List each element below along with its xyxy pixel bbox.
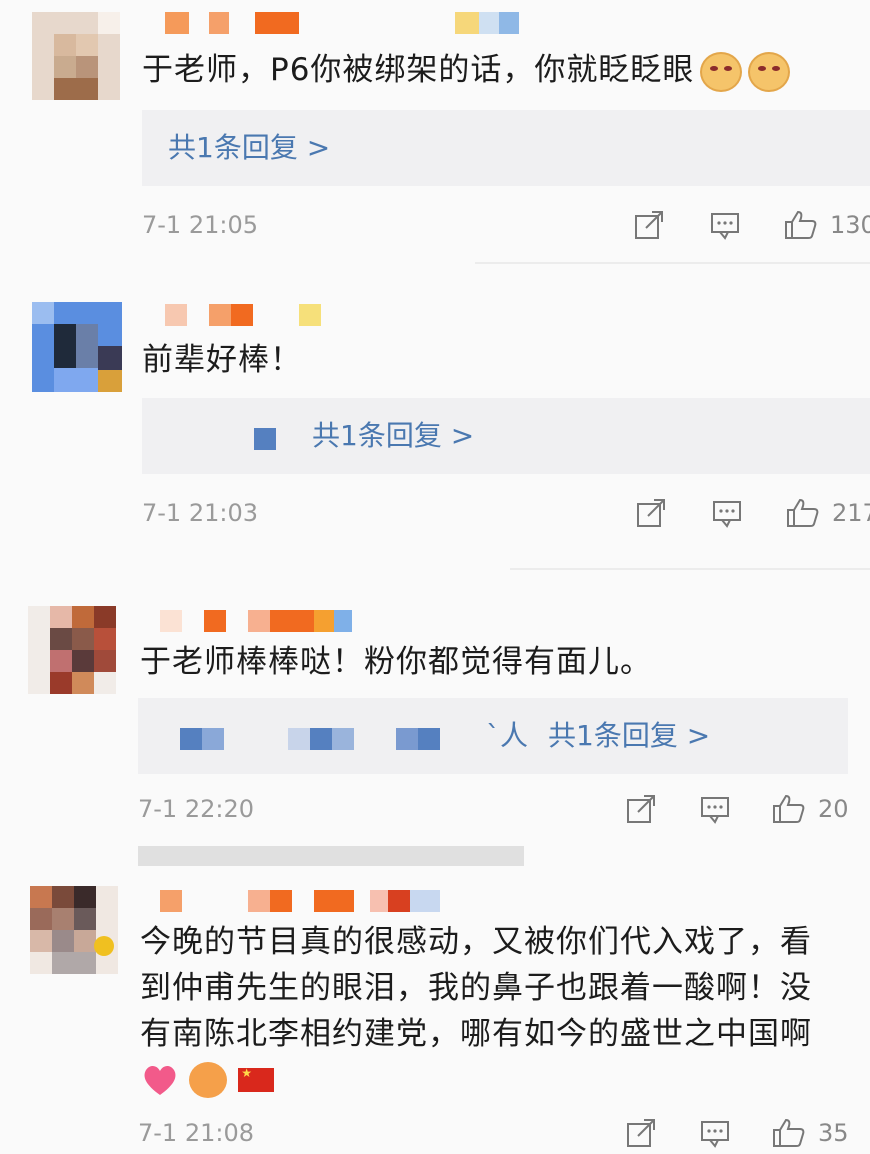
comment-icon[interactable] [712,498,742,528]
like-count: 35 [818,1119,849,1147]
avatar[interactable] [32,12,120,100]
timestamp: 7-1 21:08 [138,1119,254,1147]
comment-4: 今晚的节目真的很感动，又被你们代入戏了，看 到仲甫先生的眼泪，我的鼻子也跟着一酸… [0,880,870,1154]
divider [138,846,524,866]
view-replies-link[interactable]: 共1条回复 > [168,110,330,186]
reply-author-fragment: `人 [486,719,529,752]
reply-preview[interactable]: 共1条回复 > [142,110,870,186]
comment-meta: 7-1 21:08 35 [138,1116,868,1150]
comment-text: 于老师棒棒哒！粉你都觉得有面儿。 [140,644,652,680]
reply-preview[interactable]: 共1条回复 > [142,398,870,474]
comment-icon[interactable] [700,1118,730,1148]
comment-3: 于老师棒棒哒！粉你都觉得有面儿。 `人 共1条回复 > 7-1 22:20 20 [0,596,870,866]
comment-text: 于老师，P6你被绑架的话，你就眨眨眼 [142,48,791,92]
comment-text-line-3: 有南陈北李相约建党，哪有如今的盛世之中国啊 [140,1016,812,1052]
share-icon[interactable] [626,794,656,824]
comment-1: 于老师，P6你被绑架的话，你就眨眨眼 共1条回复 > 7-1 21:05 130 [0,0,870,265]
thumbs-up-icon[interactable] [772,794,806,824]
share-icon[interactable] [636,498,666,528]
bunny-emoji-icon [189,1062,228,1098]
emoji-row [142,1062,275,1102]
reply-preview[interactable]: `人 共1条回复 > [138,698,848,774]
like-count: 217 [832,499,870,527]
comment-text-line-2: 到仲甫先生的眼泪，我的鼻子也跟着一酸啊！没 [140,970,812,1006]
heart-emoji-icon [144,1065,176,1095]
comment-text: 前辈好棒！ [142,342,302,378]
doge-emoji-icon [748,51,791,92]
share-icon[interactable] [634,210,664,240]
like-count: 20 [818,795,849,823]
avatar[interactable] [32,302,122,392]
thumbs-up-icon[interactable] [784,210,818,240]
comment-meta: 7-1 21:03 217 [142,496,870,530]
username-masked[interactable] [160,610,360,632]
china-flag-icon [238,1066,275,1092]
comment-text-line-1: 今晚的节目真的很感动，又被你们代入戏了，看 [140,924,812,960]
doge-emoji-icon [700,51,743,92]
like-count: 130 [830,211,870,239]
username-masked[interactable] [165,12,525,34]
share-icon[interactable] [626,1118,656,1148]
username-masked[interactable] [165,304,335,326]
avatar[interactable] [28,606,116,694]
view-replies-link[interactable]: 共1条回复 > [312,398,474,474]
timestamp: 7-1 21:03 [142,499,258,527]
timestamp: 7-1 22:20 [138,795,254,823]
comment-icon[interactable] [710,210,740,240]
avatar[interactable] [30,886,118,974]
divider [510,568,870,570]
thumbs-up-icon[interactable] [786,498,820,528]
divider [475,262,870,264]
comment-icon[interactable] [700,794,730,824]
comment-2: 前辈好棒！ 共1条回复 > 7-1 21:03 217 [0,290,870,570]
comment-meta: 7-1 21:05 130 [142,208,870,242]
username-masked[interactable] [160,890,450,912]
timestamp: 7-1 21:05 [142,211,258,239]
view-replies-link[interactable]: 共1条回复 > [548,698,710,774]
thumbs-up-icon[interactable] [772,1118,806,1148]
comment-meta: 7-1 22:20 20 [138,792,868,826]
